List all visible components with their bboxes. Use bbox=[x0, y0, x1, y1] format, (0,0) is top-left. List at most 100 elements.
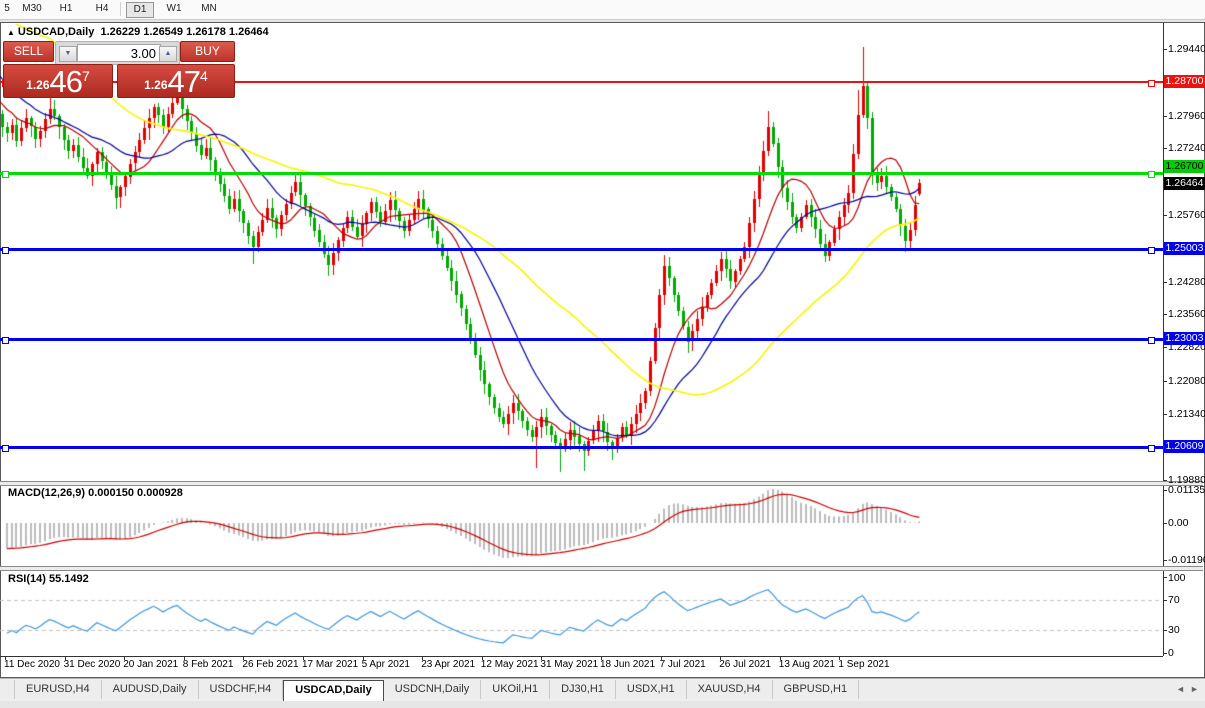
price-tick bbox=[1163, 314, 1167, 316]
price-badge-1.23003: 1.23003 bbox=[1164, 332, 1205, 346]
date-label: 1 Sep 2021 bbox=[838, 659, 890, 670]
tab-xauusd-h4[interactable]: XAUUSD,H4 bbox=[687, 680, 773, 699]
rsi-pane-splitter[interactable] bbox=[0, 566, 1203, 571]
timeframe-button-m30[interactable]: M30 bbox=[16, 2, 48, 16]
level-line-right-marker[interactable] bbox=[1148, 337, 1155, 345]
tab-audusd-daily[interactable]: AUDUSD,Daily bbox=[102, 680, 199, 699]
level-line-right-marker[interactable] bbox=[1148, 170, 1155, 178]
macd-indicator-label: MACD(12,26,9) 0.000150 0.000928 bbox=[8, 487, 183, 499]
timeframe-button-d1[interactable]: D1 bbox=[126, 2, 154, 18]
rsi-tick-label: 70 bbox=[1168, 593, 1180, 606]
price-tick-label: 1.21340 bbox=[1168, 408, 1205, 421]
timeframe-button-mn[interactable]: MN bbox=[194, 2, 224, 16]
buy-price-big: 47 bbox=[167, 64, 201, 99]
trading-app: 5 M30 H1 H4 D1 W1 MN ▲ USDCAD,Daily 1.26229 1.2… bbox=[0, 0, 1205, 708]
price-tick bbox=[1163, 347, 1167, 349]
buy-price-tile[interactable]: 1.26 47 4 bbox=[117, 64, 235, 98]
level-line-left-marker[interactable] bbox=[2, 170, 9, 178]
rsi-tick bbox=[1163, 630, 1167, 632]
timeframe-button-h1[interactable]: H1 bbox=[52, 2, 80, 16]
date-label: 5 Apr 2021 bbox=[361, 659, 410, 670]
rsi-tick bbox=[1163, 653, 1167, 654]
price-tick-label: 1.22080 bbox=[1168, 374, 1205, 387]
price-tick bbox=[1163, 380, 1167, 382]
symbol-name: USDCAD,Daily bbox=[17, 26, 95, 38]
date-label: 18 Jun 2021 bbox=[600, 659, 656, 670]
macd-tick-label: 0.00 bbox=[1168, 517, 1189, 529]
date-label: 31 Dec 2020 bbox=[63, 659, 121, 670]
volume-spinner-frame: ▼ ▲ bbox=[55, 41, 180, 65]
chart-tab-bar: EURUSD,H4 AUDUSD,Daily USDCHF,H4 USDCAD,Dai… bbox=[0, 678, 1205, 701]
tab-usdcnh-daily[interactable]: USDCNH,Daily bbox=[384, 680, 482, 699]
price-tick bbox=[1163, 148, 1167, 150]
macd-pane-splitter[interactable] bbox=[0, 481, 1203, 486]
sell-price-big: 46 bbox=[49, 64, 83, 99]
date-label: 20 Jan 2021 bbox=[123, 659, 179, 670]
level-line-left-marker[interactable] bbox=[2, 445, 9, 453]
date-label: 11 Dec 2020 bbox=[4, 659, 60, 670]
timeframe-button-w1[interactable]: W1 bbox=[160, 2, 188, 16]
level-line-left-marker[interactable] bbox=[2, 247, 9, 255]
timeframe-button-5[interactable]: 5 bbox=[0, 2, 14, 16]
tab-eurusd-h4[interactable]: EURUSD,H4 bbox=[14, 680, 102, 699]
sell-price-tile[interactable]: 1.26 46 7 bbox=[3, 64, 113, 98]
date-label: 26 Feb 2021 bbox=[242, 659, 299, 670]
chart-tabs: EURUSD,H4 AUDUSD,Daily USDCHF,H4 USDCAD,Dai… bbox=[14, 680, 860, 701]
price-tick-label: 1.27960 bbox=[1168, 109, 1205, 122]
buy-button[interactable]: BUY bbox=[180, 41, 235, 62]
level-line-right-marker[interactable] bbox=[1148, 247, 1155, 255]
date-label: 26 Jul 2021 bbox=[719, 659, 771, 670]
date-label: 13 Aug 2021 bbox=[778, 659, 835, 670]
price-tick-label: 1.24280 bbox=[1168, 275, 1205, 288]
tab-usdchf-h4[interactable]: USDCHF,H4 bbox=[199, 680, 284, 699]
sell-button[interactable]: SELL bbox=[3, 41, 54, 62]
rsi-tick bbox=[1163, 577, 1167, 578]
level-line-1.25003[interactable] bbox=[0, 248, 1163, 252]
date-label: 12 May 2021 bbox=[480, 659, 539, 670]
rsi-tick-label: 30 bbox=[1168, 624, 1180, 637]
volume-decrease-button[interactable]: ▼ bbox=[59, 46, 77, 62]
price-badge-1.26700: 1.26700 bbox=[1164, 159, 1205, 173]
tab-usdcad-daily[interactable]: USDCAD,Daily bbox=[283, 680, 384, 701]
price-tick bbox=[1163, 480, 1167, 481]
tab-ukoil-h1[interactable]: UKOil,H1 bbox=[481, 680, 551, 699]
date-label: 17 Mar 2021 bbox=[302, 659, 359, 670]
symbol-quotes: 1.26229 1.26549 1.26178 1.26464 bbox=[100, 26, 269, 38]
caret-down-icon: ▼ bbox=[64, 50, 72, 57]
toolbar-separator bbox=[120, 2, 121, 16]
level-line-right-marker[interactable] bbox=[1148, 445, 1155, 453]
macd-tick bbox=[1163, 523, 1167, 524]
timeframe-button-h4[interactable]: H4 bbox=[88, 2, 116, 16]
price-tick-label: 1.27240 bbox=[1168, 142, 1205, 155]
tab-dj30-h1[interactable]: DJ30,H1 bbox=[550, 680, 616, 699]
one-click-trade-panel: SELL ▼ ▲ BUY 1.26467 1.26474 bbox=[3, 41, 235, 98]
level-line-1.23003[interactable] bbox=[0, 338, 1163, 342]
timeframe-toolbar: 5 M30 H1 H4 D1 W1 MN bbox=[0, 0, 1205, 20]
macd-tick bbox=[1163, 560, 1167, 561]
price-tick bbox=[1163, 414, 1167, 416]
price-tick bbox=[1163, 281, 1167, 283]
status-bar bbox=[0, 700, 1205, 708]
rsi-tick-label: 100 bbox=[1168, 572, 1186, 584]
tab-gbpusd-h1[interactable]: GBPUSD,H1 bbox=[773, 680, 860, 699]
macd-tick bbox=[1163, 490, 1167, 491]
level-line-1.20609[interactable] bbox=[0, 446, 1163, 450]
level-line-right-marker[interactable] bbox=[1148, 80, 1155, 88]
macd-tick-label: -0.01190 bbox=[1168, 554, 1205, 566]
tabs-scroll-left-icon[interactable]: ◄ bbox=[1176, 684, 1185, 694]
macd-name: MACD(12,26,9) bbox=[8, 487, 86, 499]
level-line-left-marker[interactable] bbox=[2, 337, 9, 345]
tabs-scroll-right-icon[interactable]: ► bbox=[1190, 684, 1199, 694]
tab-usdx-h1[interactable]: USDX,H1 bbox=[616, 680, 687, 699]
price-badge-1.28700: 1.28700 bbox=[1164, 75, 1205, 89]
price-tick bbox=[1163, 49, 1167, 50]
volume-input[interactable] bbox=[77, 44, 161, 62]
level-line-1.26700[interactable] bbox=[0, 171, 1163, 175]
volume-increase-button[interactable]: ▲ bbox=[159, 46, 177, 62]
rsi-indicator-label: RSI(14) 55.1492 bbox=[8, 573, 89, 585]
date-label: 31 May 2021 bbox=[540, 659, 599, 670]
price-tick-label: 1.29440 bbox=[1168, 43, 1205, 55]
rsi-value: 55.1492 bbox=[48, 573, 89, 585]
rsi-tick-label: 0 bbox=[1168, 647, 1174, 659]
buy-price-sup: 4 bbox=[200, 68, 208, 84]
